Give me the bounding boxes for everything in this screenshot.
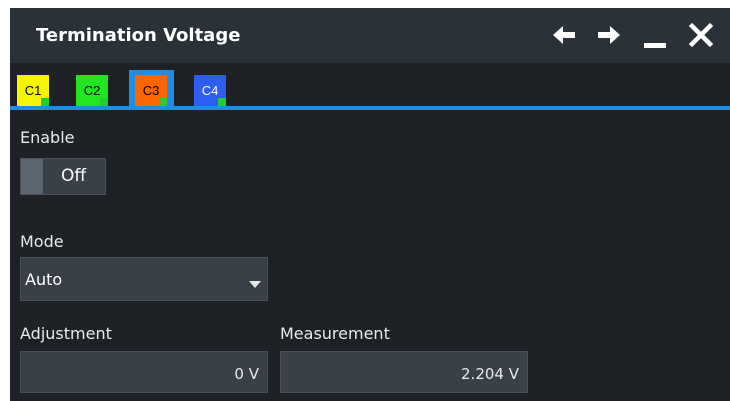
- tab-c2-chip: C2: [76, 75, 108, 106]
- tab-c1-label: C1: [24, 83, 42, 98]
- enable-state: Off: [61, 166, 87, 186]
- tab-c1-indicator: [41, 98, 49, 106]
- tab-c2[interactable]: C2: [70, 70, 115, 106]
- enable-label: Enable: [20, 128, 75, 147]
- enable-toggle[interactable]: Off: [20, 158, 106, 195]
- measurement-label: Measurement: [280, 324, 390, 343]
- adjustment-field[interactable]: 0 V: [20, 351, 268, 393]
- termination-voltage-dialog: Termination Voltage C1 C2 C3 C4 Enable O…: [10, 8, 730, 401]
- tab-c1-chip: C1: [17, 75, 49, 106]
- tab-c4-chip: C4: [194, 75, 226, 106]
- tab-c3[interactable]: C3: [129, 70, 174, 106]
- title-bar: Termination Voltage: [10, 8, 730, 63]
- measurement-value: 2.204 V: [461, 365, 519, 383]
- tab-c4-label: C4: [201, 83, 219, 98]
- adjustment-value: 0 V: [234, 365, 259, 383]
- tab-c3-chip: C3: [135, 75, 167, 106]
- channel-tab-strip: [10, 63, 730, 106]
- dialog-title: Termination Voltage: [36, 25, 241, 46]
- close-icon[interactable]: [687, 21, 715, 49]
- toggle-knob: [21, 159, 43, 194]
- measurement-field: 2.204 V: [280, 351, 528, 393]
- tab-c2-indicator: [100, 98, 108, 106]
- mode-value: Auto: [25, 270, 63, 289]
- arrow-right-icon[interactable]: [595, 21, 623, 49]
- adjustment-label: Adjustment: [20, 324, 112, 343]
- arrow-left-icon[interactable]: [550, 21, 578, 49]
- chevron-down-icon: [249, 274, 261, 293]
- tab-c3-label: C3: [142, 83, 160, 98]
- mode-label: Mode: [20, 232, 64, 251]
- tab-underline: [10, 106, 730, 110]
- mode-select[interactable]: Auto: [20, 257, 268, 301]
- tab-c2-label: C2: [83, 83, 101, 98]
- tab-c1[interactable]: C1: [11, 70, 56, 106]
- tab-c4[interactable]: C4: [188, 70, 233, 106]
- minimize-icon[interactable]: [641, 21, 669, 49]
- tab-c4-indicator: [218, 98, 226, 106]
- tab-c3-indicator: [159, 98, 167, 106]
